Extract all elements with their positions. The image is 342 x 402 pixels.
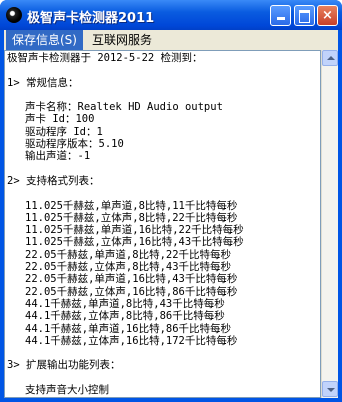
app-icon[interactable] [6,7,22,23]
minimize-button[interactable] [270,5,291,26]
menu-internet-services[interactable]: 互联网服务 [86,30,158,50]
general-info-line: 驱动程序版本：5.10 [25,138,124,151]
format-line: 11.025千赫兹,单声道,8比特,11千比特每秒 [25,199,238,212]
window-bottom-border [0,398,342,402]
section-extended-title: 3> 扩展输出功能列表： [7,359,121,372]
format-line: 44.1千赫兹,立体声,16比特,172千比特每秒 [25,334,238,347]
general-info-line: 声卡名称：Realtek HD Audio output [25,101,223,114]
section-general-title: 1> 常规信息： [7,76,79,89]
maximize-icon [299,10,310,23]
format-line: 11.025千赫兹,单声道,16比特,22千比特每秒 [25,224,244,237]
maximize-button[interactable] [294,5,315,26]
format-line: 44.1千赫兹,单声道,16比特,86千比特每秒 [25,322,232,335]
extended-feature-line: 支持声音大小控制 [25,384,109,397]
chevron-up-icon [327,56,335,60]
scroll-up-button[interactable] [322,50,338,66]
format-line: 22.05千赫兹,立体声,8比特,43千比特每秒 [25,261,232,274]
app-window: 极智声卡检测器2011 × 保存信息(S) 互联网服务 极智声卡检测器于 201… [0,0,342,402]
format-line: 11.025千赫兹,立体声,8比特,22千比特每秒 [25,211,238,224]
report-text-area[interactable]: 极智声卡检测器于 2012-5-22 检测到： 1> 常规信息： 声卡名称：Re… [4,50,321,398]
menu-save-info[interactable]: 保存信息(S) [6,30,83,50]
format-line: 44.1千赫兹,单声道,8比特,43千比特每秒 [25,297,225,310]
format-line: 44.1千赫兹,立体声,8比特,86千比特每秒 [25,310,225,323]
general-info-line: 驱动程序 Id：1 [25,125,103,138]
format-line: 22.05千赫兹,单声道,8比特,22千比特每秒 [25,248,232,261]
close-icon: × [322,8,333,23]
general-info-line: 声卡 Id：100 [25,113,95,126]
scroll-down-button[interactable] [322,381,338,397]
report-content: 极智声卡检测器于 2012-5-22 检测到： 1> 常规信息： 声卡名称：Re… [7,52,244,396]
chevron-down-icon [327,388,335,392]
vertical-scrollbar[interactable] [321,50,338,398]
close-button[interactable]: × [317,5,338,26]
format-line: 22.05千赫兹,单声道,16比特,43千比特每秒 [25,273,238,286]
general-info-line: 输出声道：-1 [25,150,91,163]
report-header: 极智声卡检测器于 2012-5-22 检测到： [7,52,203,64]
minimize-icon [276,17,285,20]
format-line: 22.05千赫兹,立体声,16比特,86千比特每秒 [25,285,238,298]
section-formats-title: 2> 支持格式列表： [7,174,100,187]
format-line: 11.025千赫兹,立体声,16比特,43千比特每秒 [25,236,244,249]
menu-bar: 保存信息(S) 互联网服务 [4,30,338,50]
window-title: 极智声卡检测器2011 [27,11,155,26]
title-bar[interactable]: 极智声卡检测器2011 × [0,0,342,30]
